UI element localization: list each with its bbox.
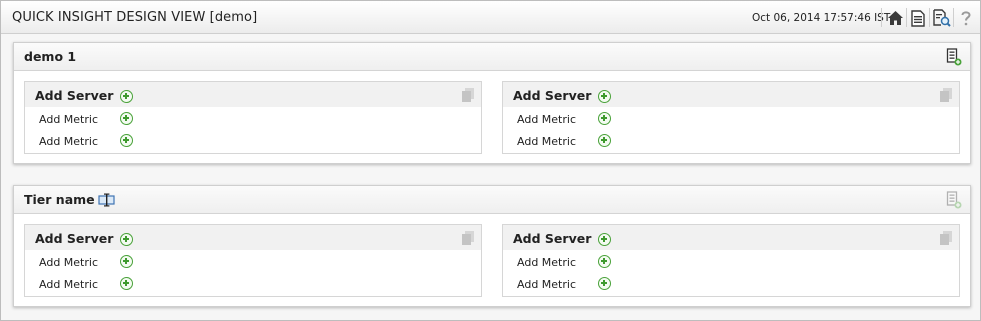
add-metric-plus-icon[interactable] (120, 255, 133, 268)
add-metric-label[interactable]: Add Metric (39, 278, 98, 291)
copy-icon[interactable] (939, 230, 953, 246)
tier-header: Tier name (14, 186, 970, 214)
add-metric-plus-icon[interactable] (598, 112, 611, 125)
server-header: Add Server (503, 225, 959, 251)
add-metric-plus-icon[interactable] (598, 134, 611, 147)
add-metric-label[interactable]: Add Metric (39, 256, 98, 269)
tier-name[interactable]: demo 1 (24, 49, 76, 64)
server-box: Add Server Add Metric Add Metric (24, 224, 482, 297)
rename-tier-icon[interactable] (98, 193, 116, 207)
app-frame: QUICK INSIGHT DESIGN VIEW [demo] Oct 06,… (0, 0, 981, 321)
top-toolbar: QUICK INSIGHT DESIGN VIEW [demo] Oct 06,… (1, 1, 980, 34)
add-metric-plus-icon[interactable] (598, 255, 611, 268)
add-metric-plus-icon[interactable] (120, 134, 133, 147)
add-server-label[interactable]: Add Server (513, 88, 591, 103)
add-metric-label[interactable]: Add Metric (39, 113, 98, 126)
add-server-to-tier-icon[interactable] (946, 48, 962, 66)
add-metric-plus-icon[interactable] (120, 112, 133, 125)
add-metric-label[interactable]: Add Metric (39, 135, 98, 148)
tier-name[interactable]: Tier name (24, 192, 95, 207)
server-box: Add Server Add Metric Add Metric (24, 81, 482, 154)
metric-row: Add Metric (503, 131, 959, 153)
server-header: Add Server (25, 225, 481, 251)
copy-icon[interactable] (939, 87, 953, 103)
tier-header: demo 1 (14, 43, 970, 71)
server-header: Add Server (503, 82, 959, 108)
toolbar-divider (953, 8, 954, 27)
add-server-label[interactable]: Add Server (35, 88, 113, 103)
add-server-plus-icon[interactable] (120, 233, 133, 246)
metric-row: Add Metric (503, 274, 959, 296)
metric-row: Add Metric (503, 252, 959, 274)
metric-row: Add Metric (25, 109, 481, 131)
toolbar-divider (881, 8, 882, 27)
add-server-plus-icon[interactable] (598, 90, 611, 103)
help-icon[interactable] (956, 8, 976, 28)
tier-panel: demo 1 Add Server Add Metric Add Metric … (13, 42, 971, 164)
add-metric-label[interactable]: Add Metric (517, 113, 576, 126)
add-metric-label[interactable]: Add Metric (517, 135, 576, 148)
add-server-plus-icon[interactable] (120, 90, 133, 103)
copy-icon[interactable] (461, 230, 475, 246)
timestamp: Oct 06, 2014 17:57:46 IST (752, 12, 891, 24)
server-box: Add Server Add Metric Add Metric (502, 224, 960, 297)
add-metric-label[interactable]: Add Metric (517, 256, 576, 269)
tier-panel: Tier name Add Server Add Metric Add Metr… (13, 185, 971, 307)
metric-row: Add Metric (25, 274, 481, 296)
add-server-to-tier-icon[interactable] (946, 191, 962, 209)
metric-row: Add Metric (503, 109, 959, 131)
search-report-icon[interactable] (932, 8, 952, 28)
report-icon[interactable] (908, 8, 928, 28)
add-server-label[interactable]: Add Server (35, 231, 113, 246)
add-server-label[interactable]: Add Server (513, 231, 591, 246)
page-title: QUICK INSIGHT DESIGN VIEW [demo] (12, 10, 258, 25)
toolbar-divider (929, 8, 930, 27)
server-header: Add Server (25, 82, 481, 108)
add-metric-label[interactable]: Add Metric (517, 278, 576, 291)
toolbar-divider (906, 8, 907, 27)
add-server-plus-icon[interactable] (598, 233, 611, 246)
metric-row: Add Metric (25, 252, 481, 274)
add-metric-plus-icon[interactable] (120, 277, 133, 290)
home-icon[interactable] (885, 8, 905, 28)
add-metric-plus-icon[interactable] (598, 277, 611, 290)
copy-icon[interactable] (461, 87, 475, 103)
metric-row: Add Metric (25, 131, 481, 153)
server-box: Add Server Add Metric Add Metric (502, 81, 960, 154)
